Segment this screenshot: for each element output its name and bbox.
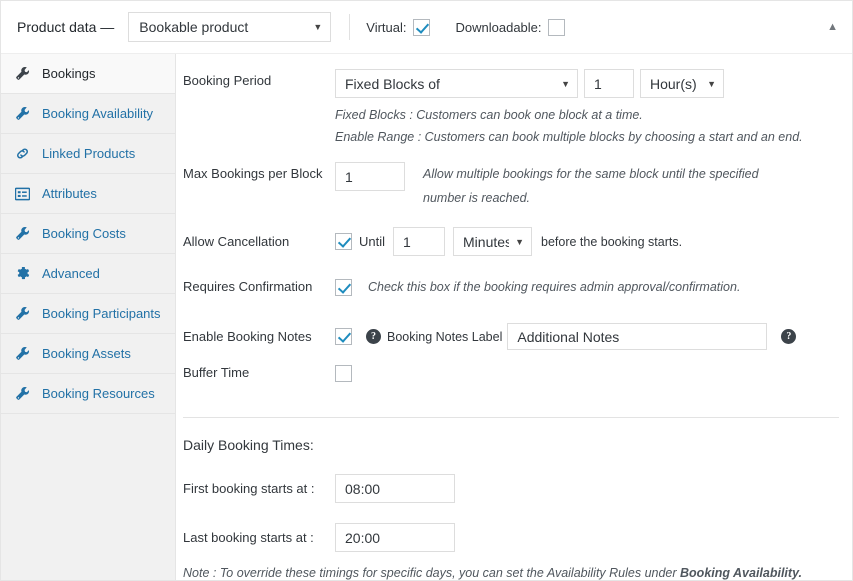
availability-note-emphasis: Booking Availability. — [680, 566, 803, 580]
availability-note-text: Note : To override these timings for spe… — [183, 566, 681, 580]
first-booking-label: First booking starts at : — [183, 480, 315, 496]
page-title: Product data — — [17, 19, 115, 35]
wrench-icon — [15, 306, 33, 322]
buffer-time-row: Buffer Time — [183, 364, 823, 382]
last-booking-value: 20:00 — [345, 529, 381, 546]
collapse-panel-icon[interactable]: ▲ — [827, 21, 838, 33]
max-bookings-label: Max Bookings per Block — [183, 166, 323, 181]
cancellation-amount-input[interactable]: 1 — [393, 227, 446, 256]
first-booking-input[interactable]: 08:00 — [335, 474, 455, 503]
wrench-icon — [15, 66, 33, 82]
downloadable-checkbox[interactable] — [547, 18, 565, 36]
booking-period-unit-value: Hour(s) — [650, 75, 697, 92]
section-divider — [183, 417, 839, 418]
availability-note: Note : To override these timings for spe… — [183, 566, 852, 580]
booking-period-type-value: Fixed Blocks of — [345, 75, 440, 92]
sidebar-item-attributes[interactable]: Attributes — [1, 174, 175, 214]
sidebar-item-booking-resources[interactable]: Booking Resources — [1, 374, 175, 414]
chevron-down-icon: ▼ — [561, 78, 570, 89]
sidebar-item-booking-participants[interactable]: Booking Participants — [1, 294, 175, 334]
gear-icon — [15, 266, 33, 282]
wrench-icon — [15, 386, 33, 402]
panel-header: Product data — Bookable product ▼ Virtua… — [1, 1, 852, 54]
sidebar-item-label: Linked Products — [42, 146, 136, 161]
wrench-icon — [15, 226, 33, 242]
first-booking-row: First booking starts at : 08:00 — [183, 474, 683, 503]
virtual-checkbox[interactable] — [412, 18, 430, 36]
allow-cancellation-row: Allow Cancellation Until 1 Minutes(s) ▼ … — [183, 227, 823, 256]
sidebar-item-advanced[interactable]: Advanced — [1, 254, 175, 294]
booking-period-row: Booking Period Fixed Blocks of ▼ 1 Hour(… — [183, 69, 843, 148]
booking-period-desc-range: Enable Range : Customers can book multip… — [335, 130, 803, 144]
sidebar-item-booking-availability[interactable]: Booking Availability — [1, 94, 175, 134]
help-icon[interactable]: ? — [366, 329, 381, 344]
help-icon[interactable]: ? — [781, 329, 797, 344]
buffer-time-checkbox[interactable] — [335, 364, 352, 382]
list-box-icon — [15, 186, 33, 202]
wrench-icon — [15, 106, 33, 122]
booking-period-desc-fixed: Fixed Blocks : Customers can book one bl… — [335, 108, 643, 122]
allow-cancellation-label: Allow Cancellation — [183, 233, 290, 249]
sidebar-item-linked-products[interactable]: Linked Products — [1, 134, 175, 174]
panel-body: Bookings Booking Availability Linked Pro… — [1, 54, 852, 580]
sidebar-item-label: Booking Availability — [42, 106, 154, 121]
booking-notes-field-label: Booking Notes Label — [387, 329, 503, 344]
booking-period-amount-input[interactable]: 1 — [584, 69, 634, 98]
first-booking-value: 08:00 — [345, 480, 381, 497]
header-divider — [349, 14, 351, 40]
virtual-group: Virtual: — [366, 18, 430, 36]
requires-confirmation-checkbox[interactable] — [335, 278, 352, 296]
buffer-time-label: Buffer Time — [183, 365, 250, 380]
cancellation-unit-select[interactable]: Minutes(s) ▼ — [453, 227, 533, 256]
sidebar-item-label: Attributes — [42, 186, 97, 201]
max-bookings-value: 1 — [345, 168, 353, 185]
max-bookings-desc: Allow multiple bookings for the same blo… — [423, 167, 759, 205]
booking-period-amount-value: 1 — [594, 75, 602, 92]
sidebar-item-label: Booking Costs — [42, 226, 126, 241]
last-booking-input[interactable]: 20:00 — [335, 523, 455, 552]
booking-notes-checkbox[interactable] — [335, 328, 352, 345]
chevron-down-icon: ▼ — [707, 78, 716, 89]
sidebar-item-label: Booking Participants — [42, 306, 161, 321]
wrench-icon — [15, 346, 33, 362]
last-booking-label: Last booking starts at : — [183, 529, 314, 545]
booking-notes-input[interactable]: Additional Notes — [507, 323, 768, 350]
allow-cancellation-checkbox[interactable] — [335, 233, 352, 250]
downloadable-label: Downloadable: — [455, 19, 542, 35]
daily-booking-times-title: Daily Booking Times: — [183, 437, 314, 453]
sidebar-item-label: Advanced — [42, 266, 100, 281]
product-type-value: Bookable product — [139, 19, 249, 35]
booking-period-type-select[interactable]: Fixed Blocks of ▼ — [335, 69, 578, 98]
sidebar-item-label: Bookings — [42, 66, 96, 81]
product-data-panel: Product data — Bookable product ▼ Virtua… — [0, 0, 853, 581]
cancellation-amount-value: 1 — [403, 233, 411, 250]
link-icon — [15, 146, 33, 162]
sidebar-item-label: Booking Assets — [42, 346, 131, 361]
requires-confirmation-desc: Check this box if the booking requires a… — [368, 280, 741, 294]
until-label: Until — [359, 234, 386, 249]
sidebar-item-booking-assets[interactable]: Booking Assets — [1, 334, 175, 374]
requires-confirmation-row: Requires Confirmation Check this box if … — [183, 276, 823, 298]
cancellation-unit-value: Minutes(s) — [463, 233, 509, 250]
chevron-down-icon: ▼ — [313, 22, 323, 32]
cancellation-suffix: before the booking starts. — [541, 234, 683, 249]
requires-confirmation-label: Requires Confirmation — [183, 279, 313, 294]
sidebar-item-label: Booking Resources — [42, 386, 155, 401]
max-bookings-row: Max Bookings per Block 1 Allow multiple … — [183, 162, 813, 210]
product-data-tabs: Bookings Booking Availability Linked Pro… — [1, 54, 176, 580]
sidebar-item-bookings[interactable]: Bookings — [1, 54, 175, 94]
booking-period-unit-select[interactable]: Hour(s) ▼ — [640, 69, 724, 98]
product-type-select[interactable]: Bookable product ▼ — [128, 12, 332, 42]
sidebar-item-booking-costs[interactable]: Booking Costs — [1, 214, 175, 254]
chevron-down-icon: ▼ — [515, 236, 525, 247]
booking-period-label: Booking Period — [183, 73, 272, 88]
virtual-label: Virtual: — [366, 19, 407, 35]
booking-notes-value: Additional Notes — [517, 328, 620, 345]
booking-notes-label: Enable Booking Notes — [183, 328, 312, 344]
max-bookings-input[interactable]: 1 — [335, 162, 405, 191]
bookings-settings-panel: Booking Period Fixed Blocks of ▼ 1 Hour(… — [176, 54, 852, 580]
booking-notes-row: Enable Booking Notes ? Booking Notes Lab… — [183, 323, 848, 350]
last-booking-row: Last booking starts at : 20:00 — [183, 523, 683, 552]
downloadable-group: Downloadable: — [455, 18, 565, 36]
